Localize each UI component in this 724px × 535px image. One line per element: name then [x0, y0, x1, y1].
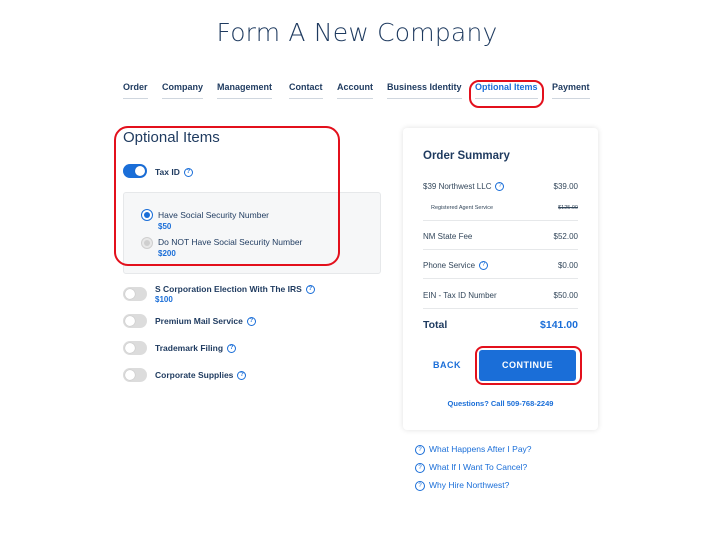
order-summary-title: Order Summary — [423, 150, 510, 162]
help-icon[interactable]: ? — [227, 344, 237, 354]
help-icon[interactable]: ? — [237, 371, 247, 381]
summary-line-amount: $50.00 — [553, 291, 578, 300]
total-label: Total — [423, 319, 448, 331]
tab-company[interactable]: Company — [162, 82, 204, 99]
help-icon: ? — [415, 462, 425, 473]
s-corp-price: $100 — [155, 295, 173, 304]
trademark-option: Trademark Filing? — [155, 343, 237, 354]
summary-subline-label: Registered Agent Service — [431, 205, 494, 211]
corporate-supplies-label: Corporate Supplies — [155, 370, 234, 380]
back-button[interactable]: BACK — [433, 360, 461, 370]
highlight-continue-button — [475, 346, 582, 385]
page-title: Form A New Company — [216, 18, 498, 47]
s-corp-label: S Corporation Election With The IRS — [155, 284, 302, 294]
highlight-tax-id-section — [114, 126, 340, 266]
corporate-supplies-option: Corporate Supplies? — [155, 370, 247, 381]
summary-line-label: NM State Fee — [423, 232, 473, 241]
divider — [423, 220, 578, 221]
summary-line-label: $39 Northwest LLC? — [423, 182, 505, 192]
help-icon: ? — [415, 444, 425, 455]
divider — [423, 249, 578, 250]
help-icon: ? — [415, 480, 425, 491]
tab-order[interactable]: Order — [123, 82, 148, 99]
tab-management[interactable]: Management — [217, 82, 273, 99]
summary-line-amount: $52.00 — [553, 232, 578, 241]
premium-mail-toggle[interactable] — [123, 314, 147, 328]
premium-mail-label: Premium Mail Service — [155, 316, 243, 326]
corporate-supplies-toggle[interactable] — [123, 368, 147, 382]
trademark-toggle[interactable] — [123, 341, 147, 355]
faq-link-cancel[interactable]: ? What If I Want To Cancel? — [415, 462, 527, 473]
divider — [423, 278, 578, 279]
trademark-label: Trademark Filing — [155, 343, 224, 353]
summary-line-label: Phone Service? — [423, 261, 489, 271]
summary-line-amount: $39.00 — [553, 182, 578, 191]
help-icon[interactable]: ? — [246, 317, 256, 327]
total-amount: $141.00 — [540, 319, 578, 331]
faq-link-after-pay[interactable]: ? What Happens After I Pay? — [415, 444, 532, 455]
faq-link-why-northwest[interactable]: ? Why Hire Northwest? — [415, 480, 509, 491]
summary-subline-amount: $125.00 — [558, 205, 578, 211]
order-summary-card: Order Summary $39 Northwest LLC? $39.00 … — [403, 128, 598, 430]
tab-business-identity[interactable]: Business Identity — [387, 82, 462, 99]
questions-phone-link[interactable]: Questions? Call 509-768-2249 — [403, 399, 598, 408]
summary-line-amount: $0.00 — [557, 261, 578, 270]
help-icon[interactable]: ? — [495, 182, 505, 192]
help-icon[interactable]: ? — [305, 285, 315, 295]
help-icon[interactable]: ? — [479, 261, 489, 271]
highlight-tab-optional-items — [469, 80, 544, 108]
s-corp-toggle[interactable] — [123, 287, 147, 301]
divider — [423, 308, 578, 309]
tab-payment[interactable]: Payment — [552, 82, 590, 99]
premium-mail-option: Premium Mail Service? — [155, 316, 256, 327]
tab-account[interactable]: Account — [337, 82, 373, 99]
s-corp-option: S Corporation Election With The IRS? — [155, 284, 315, 295]
summary-line-label: EIN - Tax ID Number — [423, 291, 497, 300]
tab-contact[interactable]: Contact — [289, 82, 323, 99]
